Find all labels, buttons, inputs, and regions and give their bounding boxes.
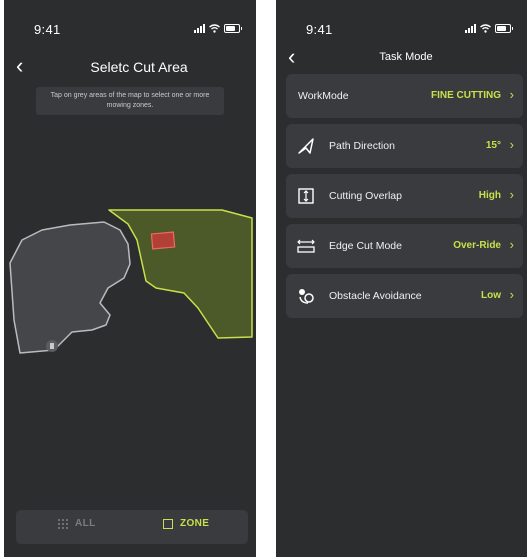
chevron-right-icon: › — [509, 87, 514, 102]
tab-all[interactable]: ALL — [58, 518, 96, 529]
zone-map — [9, 209, 253, 354]
chevron-right-icon: › — [509, 187, 514, 202]
highlighted-area-marker[interactable] — [150, 231, 176, 250]
square-outline-icon — [163, 518, 173, 529]
obstacle-icon — [299, 289, 314, 304]
signal-icon — [194, 24, 205, 33]
wifi-icon — [209, 24, 220, 33]
setting-label: Cutting Overlap — [329, 190, 402, 202]
selection-tab-bar: ALL ZONE — [16, 510, 248, 544]
task-mode-screen: 9:41 ‹ Task Mode WorkMode FINE CUTTING ›… — [276, 0, 527, 557]
zone-unselected[interactable] — [9, 221, 131, 354]
charging-station-icon — [46, 340, 58, 352]
setting-label: WorkMode — [298, 90, 349, 102]
setting-value: 15° — [485, 140, 501, 151]
page-title: Task Mode — [379, 51, 433, 63]
chevron-right-icon: › — [509, 237, 514, 252]
tab-zone[interactable]: ZONE — [163, 518, 209, 529]
setting-label: Path Direction — [329, 140, 395, 152]
setting-value: Low — [481, 290, 501, 301]
setting-row-cutting-overlap[interactable]: Cutting Overlap High › — [286, 174, 523, 218]
grid-icon — [58, 518, 68, 529]
tab-all-label: ALL — [75, 518, 96, 529]
zone-selected[interactable] — [108, 209, 253, 339]
edge-cut-icon — [297, 239, 315, 253]
status-time: 9:41 — [34, 22, 61, 37]
overlap-icon — [298, 188, 314, 204]
battery-icon — [495, 24, 513, 33]
setting-label: Obstacle Avoidance — [329, 290, 422, 302]
setting-value: High — [478, 190, 501, 201]
setting-row-edge-cut-mode[interactable]: Edge Cut Mode Over-Ride › — [286, 224, 523, 268]
status-time: 9:41 — [306, 22, 333, 37]
tab-zone-label: ZONE — [180, 518, 210, 529]
setting-row-workmode[interactable]: WorkMode FINE CUTTING › — [286, 74, 523, 118]
instruction-banner: Tap on grey areas of the map to select o… — [36, 87, 224, 115]
select-cut-area-screen: 9:41 ‹ Seletc Cut Area Tap on grey areas… — [4, 0, 256, 557]
setting-row-path-direction[interactable]: Path Direction 15° › — [286, 124, 523, 168]
wifi-icon — [480, 24, 491, 33]
page-title: Seletc Cut Area — [90, 59, 188, 75]
setting-row-obstacle-avoidance[interactable]: Obstacle Avoidance Low › — [286, 274, 523, 318]
battery-icon — [224, 24, 242, 33]
status-bar: 9:41 — [276, 20, 527, 40]
navigation-arrow-icon — [298, 138, 314, 154]
system-icons — [194, 24, 242, 33]
back-arrow-icon[interactable]: ‹ — [16, 55, 23, 77]
status-bar: 9:41 — [4, 20, 256, 40]
chevron-right-icon: › — [509, 137, 514, 152]
setting-value: Over-Ride — [453, 240, 501, 251]
signal-icon — [465, 24, 476, 33]
setting-value: FINE CUTTING — [431, 90, 501, 101]
back-arrow-icon[interactable]: ‹ — [288, 46, 295, 68]
chevron-right-icon: › — [509, 287, 514, 302]
system-icons — [465, 24, 513, 33]
setting-label: Edge Cut Mode — [329, 240, 402, 252]
